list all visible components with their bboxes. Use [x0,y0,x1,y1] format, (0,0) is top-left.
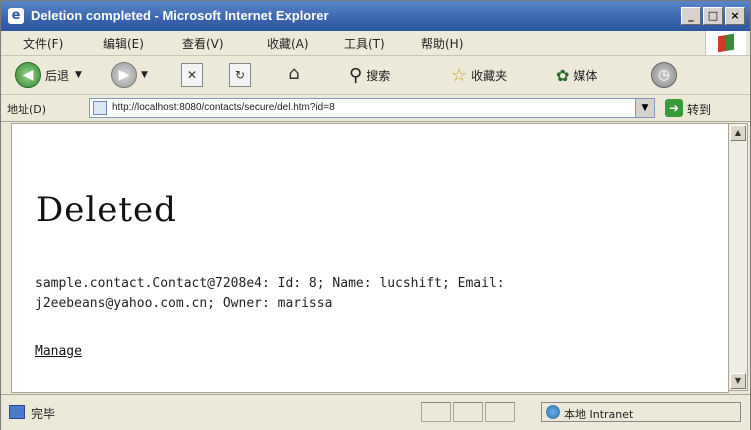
favorites-button[interactable]: ☆ 收藏夹 [451,60,507,90]
back-arrow-icon: ◀ [15,62,41,88]
menu-view[interactable]: 查看(V) [182,35,224,52]
forward-arrow-icon: ▶ [111,62,137,88]
stop-icon: ✕ [181,63,203,87]
intranet-globe-icon [546,405,560,419]
page-title: Deleted [36,190,177,230]
manage-link[interactable]: Manage [35,344,82,359]
ie-logo-icon: e [8,8,24,24]
search-label: 搜索 [366,68,391,83]
page-done-icon [9,405,25,419]
zone-label: 本地 Intranet [564,408,634,421]
status-cell [485,402,515,422]
forward-dropdown-icon[interactable]: ▼ [141,70,148,80]
media-icon: ✿ [556,65,570,85]
page-icon [93,101,107,115]
standard-toolbar: ◀ 后退 ▼ ▶ ▼ ✕ ↻ ⌂ ⚲ 搜索 ☆ 收藏夹 ✿ 媒体 ◷ [1,56,750,95]
menu-tools[interactable]: 工具(T) [344,35,385,52]
maximize-button[interactable]: □ [703,7,723,25]
status-bar: 完毕 本地 Intranet [1,394,750,430]
address-input[interactable]: http://localhost:8080/contacts/secure/de… [89,98,655,118]
search-icon: ⚲ [349,64,363,86]
home-button[interactable]: ⌂ [283,60,309,90]
menu-bar: 文件(F) 编辑(E) 查看(V) 收藏(A) 工具(T) 帮助(H) [1,31,750,56]
window-title: Deletion completed - Microsoft Internet … [31,8,329,23]
scroll-up-icon[interactable]: ▲ [730,125,746,141]
page-content: Deleted sample.contact.Contact@7208e4: I… [11,123,729,393]
search-button[interactable]: ⚲ 搜索 [349,60,390,90]
menu-favorites[interactable]: 收藏(A) [267,35,309,52]
address-label: 地址(D) [7,103,47,116]
status-cell [421,402,451,422]
history-button[interactable]: ◷ [651,60,681,90]
browser-window: e Deletion completed - Microsoft Interne… [0,0,751,430]
scroll-down-icon[interactable]: ▼ [730,373,746,389]
address-url[interactable]: http://localhost:8080/contacts/secure/de… [112,102,335,113]
stop-button[interactable]: ✕ [181,60,207,90]
go-button[interactable]: 转到 [687,101,711,118]
title-bar: e Deletion completed - Microsoft Interne… [1,1,750,31]
favorites-label: 收藏夹 [471,68,508,83]
go-arrow-icon[interactable]: ➜ [665,99,683,117]
refresh-button[interactable]: ↻ [229,60,255,90]
contact-details: sample.contact.Contact@7208e4: Id: 8; Na… [35,274,715,314]
contact-details-line-2: j2eebeans@yahoo.com.cn; Owner: marissa [35,296,333,311]
menu-file[interactable]: 文件(F) [23,35,63,52]
history-icon: ◷ [651,62,677,88]
back-button[interactable]: ◀ 后退 ▼ [15,60,82,90]
media-label: 媒体 [573,68,598,83]
home-icon: ⌂ [288,63,300,84]
menu-help[interactable]: 帮助(H) [421,35,463,52]
security-zone: 本地 Intranet [541,402,741,422]
media-button[interactable]: ✿ 媒体 [556,60,597,90]
vertical-scrollbar[interactable]: ▲ ▼ [728,123,748,391]
forward-button[interactable]: ▶ ▼ [111,60,148,90]
minimize-button[interactable]: _ [681,7,701,25]
contact-details-line-1: sample.contact.Contact@7208e4: Id: 8; Na… [35,276,505,291]
status-cell [453,402,483,422]
back-label: 后退 [45,68,70,83]
back-dropdown-icon[interactable]: ▼ [75,70,82,80]
menu-edit[interactable]: 编辑(E) [103,35,144,52]
address-bar: 地址(D) http://localhost:8080/contacts/sec… [1,95,750,122]
windows-flag-icon [705,31,746,55]
address-dropdown-icon[interactable]: ▼ [635,99,654,117]
favorites-star-icon: ☆ [451,64,468,86]
close-button[interactable]: × [725,7,745,25]
status-text: 完毕 [31,407,56,421]
refresh-icon: ↻ [229,63,251,87]
